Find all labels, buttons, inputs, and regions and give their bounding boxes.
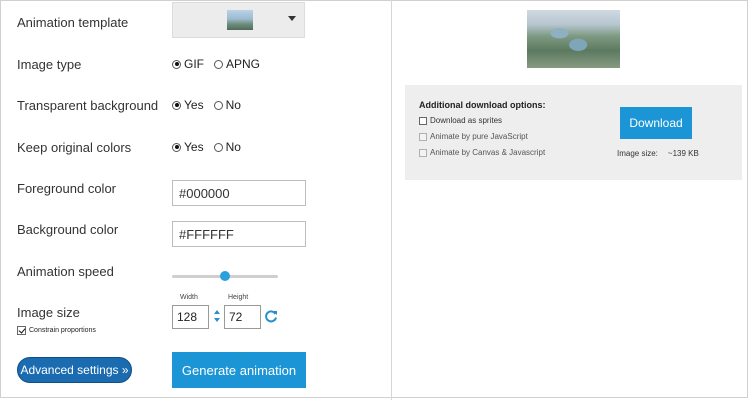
height-label: Height — [228, 294, 249, 301]
radio-gif[interactable] — [172, 59, 181, 69]
generate-animation-button[interactable]: Generate animation — [172, 352, 306, 388]
background-color-input[interactable] — [172, 221, 306, 247]
image-size-readout: Image size: ~139 KB — [617, 149, 699, 158]
radio-keep-no[interactable] — [213, 142, 223, 152]
radio-transparent-yes[interactable] — [172, 100, 181, 110]
constrain-proportions-checkbox[interactable] — [17, 326, 26, 335]
speed-slider-handle[interactable] — [220, 271, 230, 281]
width-label: Width — [180, 294, 198, 301]
link-icon[interactable] — [213, 309, 221, 323]
image-size-label: Image size — [17, 305, 80, 320]
radio-keep-yes-label: Yes — [184, 140, 204, 154]
transparent-background-radio-group: Yes No — [172, 98, 251, 112]
template-thumbnail — [227, 10, 253, 30]
image-size-value: ~139 KB — [667, 149, 699, 158]
width-input[interactable] — [172, 305, 209, 329]
image-type-label: Image type — [17, 57, 82, 72]
preview-image — [527, 10, 620, 68]
download-button[interactable]: Download — [620, 107, 692, 139]
download-option-sprites[interactable]: Download as sprites — [419, 116, 502, 125]
image-type-radio-group: GIF APNG — [172, 57, 270, 71]
radio-gif-label: GIF — [184, 57, 204, 71]
radio-transparent-no-label: No — [225, 98, 241, 112]
download-panel: Additional download options: Download as… — [405, 85, 742, 180]
animation-speed-label: Animation speed — [17, 264, 114, 279]
image-type-apng-option[interactable]: APNG — [214, 57, 260, 71]
download-option-pure-js: Animate by pure JavaScript — [419, 132, 528, 141]
image-size-caption: Image size: — [617, 149, 658, 158]
advanced-settings-button[interactable]: Advanced settings » — [17, 357, 132, 383]
background-color-label: Background color — [17, 222, 119, 237]
settings-panel: Animation template Image type GIF APNG T… — [0, 0, 392, 400]
pure-js-label: Animate by pure JavaScript — [430, 132, 528, 141]
refresh-icon[interactable] — [264, 309, 278, 323]
download-options-title: Additional download options: — [419, 100, 546, 110]
keep-colors-radio-group: Yes No — [172, 140, 251, 154]
animation-template-label: Animation template — [17, 15, 129, 30]
foreground-color-input[interactable] — [172, 180, 306, 206]
radio-transparent-yes-label: Yes — [184, 98, 204, 112]
height-input[interactable] — [224, 305, 261, 329]
download-option-canvas-js: Animate by Canvas & Javascript — [419, 148, 545, 157]
keep-colors-no-option[interactable]: No — [213, 140, 241, 154]
constrain-proportions-label: Constrain proportions — [29, 327, 96, 334]
foreground-color-label: Foreground color — [17, 181, 116, 196]
pure-js-checkbox — [419, 132, 427, 141]
animation-template-select[interactable] — [172, 2, 305, 38]
radio-keep-yes[interactable] — [172, 142, 181, 152]
canvas-js-checkbox — [419, 148, 427, 157]
radio-transparent-no[interactable] — [213, 100, 223, 110]
transparent-no-option[interactable]: No — [213, 98, 241, 112]
keep-colors-yes-option[interactable]: Yes — [172, 140, 204, 154]
chevron-down-icon — [288, 16, 296, 21]
sprites-checkbox[interactable] — [419, 116, 427, 125]
constrain-proportions-option[interactable]: Constrain proportions — [17, 326, 96, 335]
sprites-label: Download as sprites — [430, 116, 503, 125]
radio-keep-no-label: No — [225, 140, 241, 154]
image-type-gif-option[interactable]: GIF — [172, 57, 204, 71]
transparent-yes-option[interactable]: Yes — [172, 98, 204, 112]
radio-apng[interactable] — [214, 59, 223, 69]
canvas-js-label: Animate by Canvas & Javascript — [430, 148, 546, 157]
keep-colors-label: Keep original colors — [17, 140, 132, 155]
radio-apng-label: APNG — [226, 57, 261, 71]
transparent-background-label: Transparent background — [17, 98, 159, 113]
